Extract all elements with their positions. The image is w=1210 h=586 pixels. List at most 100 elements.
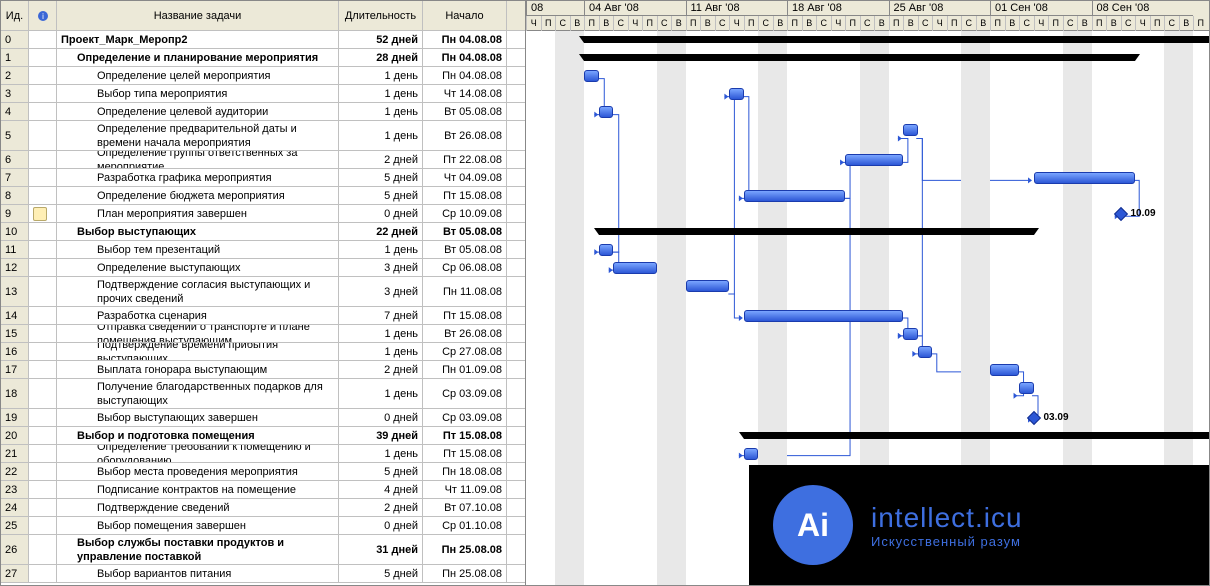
task-bar[interactable] xyxy=(729,88,744,100)
task-bar[interactable] xyxy=(744,310,904,322)
task-bar[interactable] xyxy=(903,124,918,136)
timeline-day: С xyxy=(555,16,570,31)
task-bar[interactable] xyxy=(599,106,614,118)
table-row[interactable]: 27Выбор вариантов питания5 днейПн 25.08.… xyxy=(1,565,525,583)
table-row[interactable]: 17Выплата гонорара выступающим2 днейПн 0… xyxy=(1,361,525,379)
row-start: Пн 25.08.08 xyxy=(423,535,507,564)
table-row[interactable]: 12Определение выступающих3 днейСр 06.08.… xyxy=(1,259,525,277)
row-name: Выплата гонорара выступающим xyxy=(57,361,339,378)
table-row[interactable]: 8Определение бюджета мероприятия5 днейПт… xyxy=(1,187,525,205)
table-row[interactable]: 21Определение требований к помещению и о… xyxy=(1,445,525,463)
task-bar[interactable] xyxy=(686,280,730,292)
table-row[interactable]: 4Определение целевой аудитории1 деньВт 0… xyxy=(1,103,525,121)
timeline-week: 08 xyxy=(526,1,584,16)
table-row[interactable]: 9План мероприятия завершен0 днейСр 10.09… xyxy=(1,205,525,223)
gantt-row xyxy=(526,151,1209,169)
row-id: 7 xyxy=(1,169,29,186)
task-bar[interactable] xyxy=(744,190,846,202)
task-bar[interactable] xyxy=(918,346,933,358)
table-row[interactable]: 24Подтверждение сведений2 днейВт 07.10.0… xyxy=(1,499,525,517)
row-indicator xyxy=(29,121,57,150)
table-row[interactable]: 23Подписание контрактов на помещение4 дн… xyxy=(1,481,525,499)
timeline-week: 01 Сен '08 xyxy=(990,1,1092,16)
row-start: Ср 10.09.08 xyxy=(423,205,507,222)
row-start: Пн 04.08.08 xyxy=(423,31,507,48)
table-row[interactable]: 26Выбор службы поставки продуктов и упра… xyxy=(1,535,525,565)
table-row[interactable]: 19Выбор выступающих завершен0 днейСр 03.… xyxy=(1,409,525,427)
row-indicator xyxy=(29,103,57,120)
table-row[interactable]: 25Выбор помещения завершен0 днейСр 01.10… xyxy=(1,517,525,535)
task-bar[interactable] xyxy=(845,154,903,166)
row-indicator xyxy=(29,463,57,480)
timeline-day: С xyxy=(1164,16,1179,31)
summary-bar[interactable] xyxy=(584,54,1135,61)
summary-bar[interactable] xyxy=(584,36,1209,43)
gantt-row xyxy=(526,169,1209,187)
row-duration: 1 день xyxy=(339,241,423,258)
row-indicator xyxy=(29,67,57,84)
summary-bar[interactable] xyxy=(744,432,1210,439)
gantt-row xyxy=(526,121,1209,151)
task-bar[interactable] xyxy=(1019,382,1034,394)
table-row[interactable]: 7Разработка графика мероприятия5 днейЧт … xyxy=(1,169,525,187)
table-row[interactable]: 13Подтверждение согласия выступающих и п… xyxy=(1,277,525,307)
table-row[interactable]: 1Определение и планирование мероприятия2… xyxy=(1,49,525,67)
row-indicator xyxy=(29,535,57,564)
task-bar[interactable] xyxy=(1034,172,1136,184)
row-name: Проект_Марк_Меропр2 xyxy=(57,31,339,48)
task-bar[interactable] xyxy=(599,244,614,256)
task-bar[interactable] xyxy=(903,328,918,340)
timeline-day: Ч xyxy=(526,16,541,31)
table-row[interactable]: 3Выбор типа мероприятия1 деньЧт 14.08.08 xyxy=(1,85,525,103)
row-indicator xyxy=(29,343,57,360)
summary-bar[interactable] xyxy=(599,228,1034,235)
row-name: Выбор помещения завершен xyxy=(57,517,339,534)
row-name: Определение бюджета мероприятия xyxy=(57,187,339,204)
timeline-week: 25 Авг '08 xyxy=(889,1,991,16)
table-row[interactable]: 16Подтверждение времени прибытия выступа… xyxy=(1,343,525,361)
table-row[interactable]: 20Выбор и подготовка помещения39 днейПт … xyxy=(1,427,525,445)
watermark-tag: Искусственный разум xyxy=(871,534,1023,549)
row-start: Вт 26.08.08 xyxy=(423,121,507,150)
task-table[interactable]: Ид. i Название задачи Длительность Начал… xyxy=(1,1,526,585)
row-id: 5 xyxy=(1,121,29,150)
task-bar[interactable] xyxy=(584,70,599,82)
table-row[interactable]: 10Выбор выступающих22 днейВт 05.08.08 xyxy=(1,223,525,241)
table-row[interactable]: 2Определение целей мероприятия1 деньПн 0… xyxy=(1,67,525,85)
table-row[interactable]: 18Получение благодарственных подарков дл… xyxy=(1,379,525,409)
row-start: Вт 05.08.08 xyxy=(423,223,507,240)
row-start: Чт 14.08.08 xyxy=(423,85,507,102)
task-bar[interactable] xyxy=(990,364,1019,376)
row-id: 17 xyxy=(1,361,29,378)
row-start: Вт 07.10.08 xyxy=(423,499,507,516)
row-id: 1 xyxy=(1,49,29,66)
table-row[interactable]: 0Проект_Марк_Меропр252 днейПн 04.08.08 xyxy=(1,31,525,49)
row-id: 0 xyxy=(1,31,29,48)
timeline-day: П xyxy=(584,16,599,31)
timeline-day: П xyxy=(889,16,904,31)
table-row[interactable]: 22Выбор места проведения мероприятия5 дн… xyxy=(1,463,525,481)
row-indicator xyxy=(29,151,57,168)
timeline-day: С xyxy=(816,16,831,31)
table-row[interactable]: 15Отправка сведений о транспорте и плане… xyxy=(1,325,525,343)
row-id: 21 xyxy=(1,445,29,462)
gantt-chart[interactable]: 0804 Авг '0811 Авг '0818 Авг '0825 Авг '… xyxy=(526,1,1209,585)
table-row[interactable]: 11Выбор тем презентаций1 деньВт 05.08.08 xyxy=(1,241,525,259)
row-name: План мероприятия завершен xyxy=(57,205,339,222)
table-row[interactable]: 6Определение группы ответственных за мер… xyxy=(1,151,525,169)
row-start: Ср 06.08.08 xyxy=(423,259,507,276)
row-duration: 1 день xyxy=(339,121,423,150)
task-bar[interactable] xyxy=(613,262,657,274)
timeline-day: П xyxy=(744,16,759,31)
gantt-row xyxy=(526,67,1209,85)
row-duration: 3 дней xyxy=(339,277,423,306)
task-bar[interactable] xyxy=(744,448,759,460)
gantt-row xyxy=(526,49,1209,67)
row-id: 2 xyxy=(1,67,29,84)
row-duration: 1 день xyxy=(339,343,423,360)
milestone-marker[interactable] xyxy=(1113,207,1127,221)
timeline-day: С xyxy=(715,16,730,31)
table-row[interactable]: 5Определение предварительной даты и врем… xyxy=(1,121,525,151)
table-row[interactable]: 14Разработка сценария7 днейПт 15.08.08 xyxy=(1,307,525,325)
milestone-marker[interactable] xyxy=(1026,411,1040,425)
